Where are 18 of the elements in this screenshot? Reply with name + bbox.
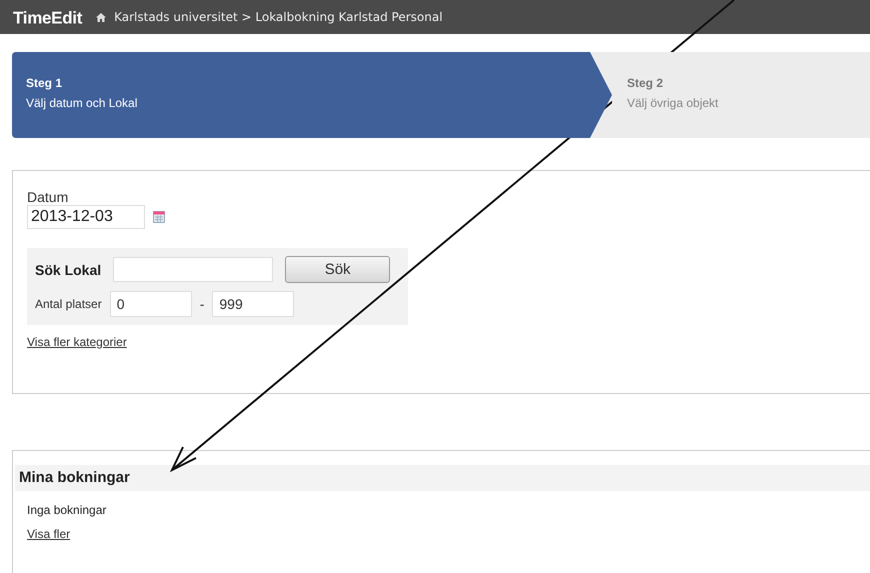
logo[interactable]: TimeEdit — [13, 5, 82, 29]
min-seats-field[interactable]: 0 — [110, 291, 192, 317]
search-button[interactable]: Sök — [285, 256, 390, 283]
search-field[interactable] — [113, 257, 274, 282]
bookings-title: Mina bokningar — [19, 469, 130, 486]
date-label: Datum — [27, 189, 68, 205]
max-seats-field[interactable]: 999 — [212, 291, 294, 317]
calendar-icon[interactable] — [153, 211, 165, 223]
show-more-link[interactable]: Visa fler — [27, 527, 70, 541]
breadcrumb[interactable]: Karlstads universitet > Lokalbokning Karlstad Personal — [114, 10, 443, 24]
more-categories-link[interactable]: Visa fler kategorier — [27, 335, 127, 349]
home-icon[interactable] — [96, 12, 106, 22]
range-dash: - — [200, 296, 204, 312]
seats-label: Antal platser — [35, 297, 102, 311]
date-field[interactable]: 2013-12-03 — [27, 205, 145, 229]
step-tab[interactable]: Steg 1 Välj datum och Lokal — [12, 52, 612, 138]
search-label: Sök Lokal — [35, 262, 102, 278]
empty-message: Inga bokningar — [27, 503, 106, 517]
